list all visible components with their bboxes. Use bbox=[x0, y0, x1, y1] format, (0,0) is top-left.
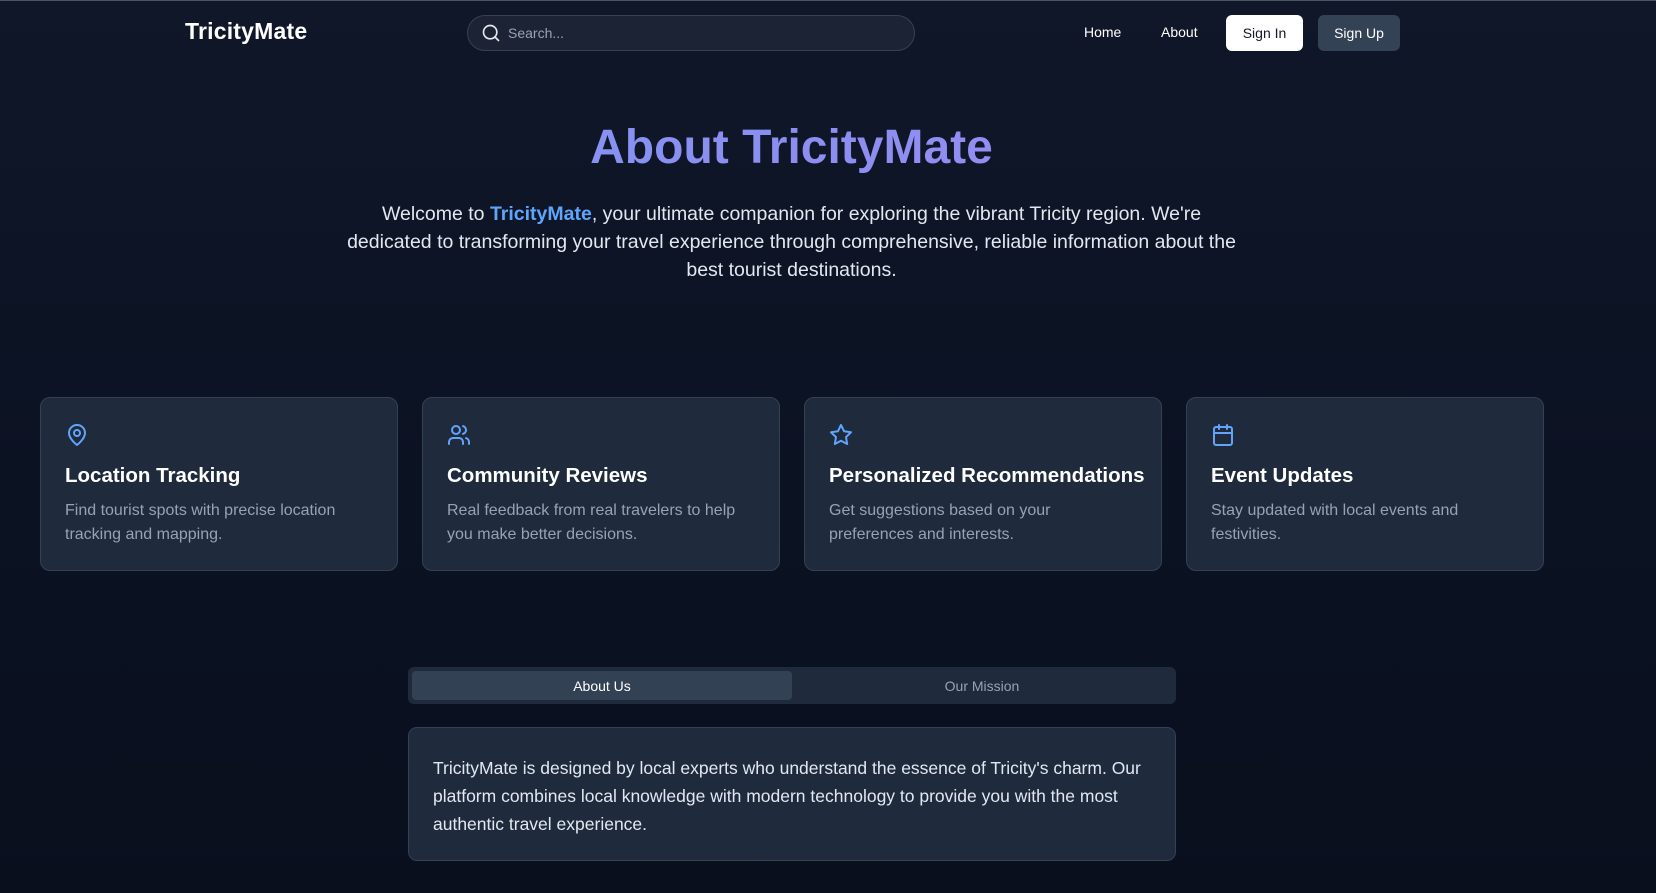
feature-description: Stay updated with local events and festi… bbox=[1211, 502, 1459, 543]
feature-card-events: Event Updates Stay updated with local ev… bbox=[1186, 397, 1544, 571]
calendar-icon bbox=[1213, 424, 1233, 446]
sign-in-button[interactable]: Sign In bbox=[1226, 15, 1303, 51]
search-bar[interactable] bbox=[467, 15, 915, 51]
tab-about-us[interactable]: About Us bbox=[412, 671, 792, 700]
nav-home-link[interactable]: Home bbox=[1084, 24, 1121, 40]
about-tabs: About Us Our Mission bbox=[408, 667, 1176, 704]
feature-card-reviews: Community Reviews Real feedback from rea… bbox=[422, 397, 780, 571]
feature-description: Real feedback from real travelers to hel… bbox=[447, 502, 736, 543]
users-icon bbox=[448, 425, 470, 445]
sign-up-button[interactable]: Sign Up bbox=[1318, 15, 1400, 51]
feature-title: Event Updates bbox=[1211, 464, 1354, 487]
feature-title: Location Tracking bbox=[65, 464, 241, 487]
intro-prefix: Welcome to bbox=[381, 203, 490, 225]
feature-card-location: Location Tracking Find tourist spots wit… bbox=[40, 397, 398, 571]
tab-panel-text: TricityMate is designed by local experts… bbox=[433, 758, 1141, 834]
top-navbar: TricityMate Home About Sign In Sign Up bbox=[0, 0, 1656, 66]
nav-about-link[interactable]: About bbox=[1161, 24, 1198, 40]
intro-brand-highlight: TricityMate bbox=[489, 203, 592, 225]
tab-our-mission[interactable]: Our Mission bbox=[792, 671, 1172, 700]
hero-intro: Welcome to TricityMate, your ultimate co… bbox=[345, 200, 1238, 284]
map-pin-icon bbox=[68, 424, 86, 446]
search-icon bbox=[482, 24, 500, 42]
star-icon bbox=[830, 424, 852, 446]
feature-description: Get suggestions based on your preference… bbox=[829, 502, 1051, 543]
search-input[interactable] bbox=[508, 16, 908, 50]
tab-panel: TricityMate is designed by local experts… bbox=[408, 727, 1176, 861]
feature-card-recommendations: Personalized Recommendations Get suggest… bbox=[804, 397, 1162, 571]
feature-description: Find tourist spots with precise location… bbox=[65, 502, 336, 543]
feature-title: Community Reviews bbox=[447, 464, 648, 487]
page-title: About TricityMate bbox=[0, 120, 1583, 175]
brand-logo[interactable]: TricityMate bbox=[185, 18, 307, 45]
feature-title: Personalized Recommendations bbox=[829, 464, 1145, 487]
